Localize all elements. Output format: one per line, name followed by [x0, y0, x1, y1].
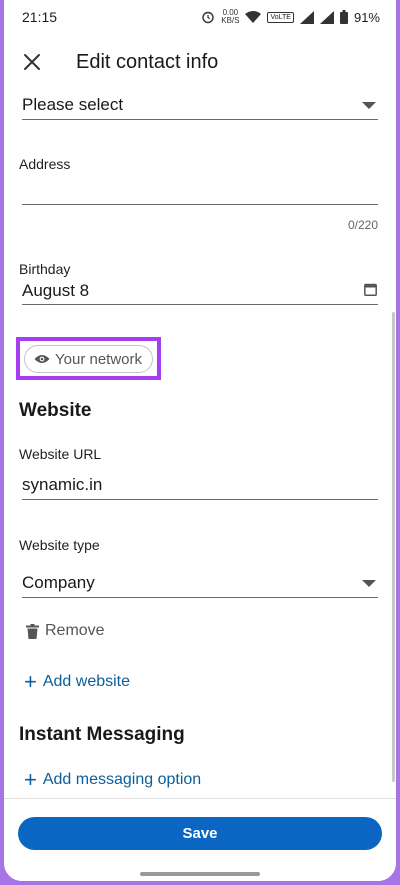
- website-section-title: Website: [19, 400, 92, 421]
- alarm-icon: [202, 11, 214, 24]
- website-url-underline: [22, 499, 378, 500]
- calendar-icon[interactable]: [364, 283, 377, 296]
- close-button[interactable]: [18, 48, 46, 76]
- eye-icon: [34, 355, 50, 363]
- website-url-input[interactable]: synamic.in: [4, 472, 396, 500]
- battery-percent: 91%: [353, 9, 380, 25]
- add-messaging-label: Add messaging option: [42, 771, 202, 788]
- add-website-button[interactable]: + Add website: [24, 669, 131, 694]
- plus-icon: +: [24, 669, 37, 694]
- chevron-down-icon: [362, 102, 376, 109]
- address-input[interactable]: [22, 176, 378, 204]
- plus-icon: +: [24, 767, 37, 792]
- website-type-select[interactable]: Company: [4, 568, 396, 600]
- website-type-underline: [22, 597, 378, 598]
- visibility-highlight: Your network: [16, 337, 161, 380]
- phone-type-underline: [22, 119, 378, 120]
- birthday-underline: [22, 304, 378, 305]
- chevron-down-icon: [362, 580, 376, 587]
- home-indicator[interactable]: [140, 872, 260, 876]
- status-time: 21:15: [22, 9, 58, 25]
- network-speed: 0.00 KB/S: [221, 8, 240, 25]
- signal-icon-2: [319, 10, 334, 24]
- visibility-button[interactable]: Your network: [24, 345, 153, 373]
- website-url-value: synamic.in: [22, 475, 103, 494]
- website-url-label: Website URL: [19, 446, 102, 462]
- address-underline: [22, 204, 378, 205]
- close-icon: [24, 54, 40, 70]
- battery-icon: [339, 10, 348, 24]
- phone-type-select[interactable]: Please select: [4, 84, 396, 124]
- add-website-label: Add website: [42, 673, 131, 690]
- page-title: Edit contact info: [76, 50, 219, 73]
- website-type-value: Company: [22, 573, 95, 592]
- app-header: Edit contact info: [4, 40, 396, 84]
- address-counter: 0/220: [347, 218, 378, 232]
- wifi-icon: [245, 11, 262, 23]
- phone-type-value: Please select: [22, 95, 124, 114]
- volte-badge: VoLTE: [267, 11, 294, 23]
- status-icons: 0.00 KB/S VoLTE 91%: [201, 9, 380, 25]
- remove-website-button[interactable]: Remove: [26, 622, 105, 640]
- remove-label: Remove: [45, 622, 105, 639]
- add-messaging-button[interactable]: + Add messaging option: [24, 767, 202, 792]
- app-frame: 21:15 0.00 KB/S VoLTE 91% Edit contact i…: [4, 0, 396, 881]
- birthday-value: August 8: [22, 281, 90, 300]
- birthday-field[interactable]: August 8: [4, 279, 396, 305]
- scrollbar[interactable]: [392, 312, 395, 782]
- footer-bar: Save: [4, 798, 396, 881]
- signal-icon: [299, 10, 314, 24]
- birthday-label: Birthday: [19, 261, 71, 277]
- website-type-label: Website type: [19, 537, 100, 553]
- im-section-title: Instant Messaging: [19, 724, 185, 745]
- status-bar: 21:15 0.00 KB/S VoLTE 91%: [4, 0, 396, 34]
- trash-icon: [26, 623, 39, 639]
- save-button[interactable]: Save: [18, 817, 382, 850]
- address-label: Address: [19, 156, 71, 172]
- visibility-label: Your network: [55, 350, 142, 368]
